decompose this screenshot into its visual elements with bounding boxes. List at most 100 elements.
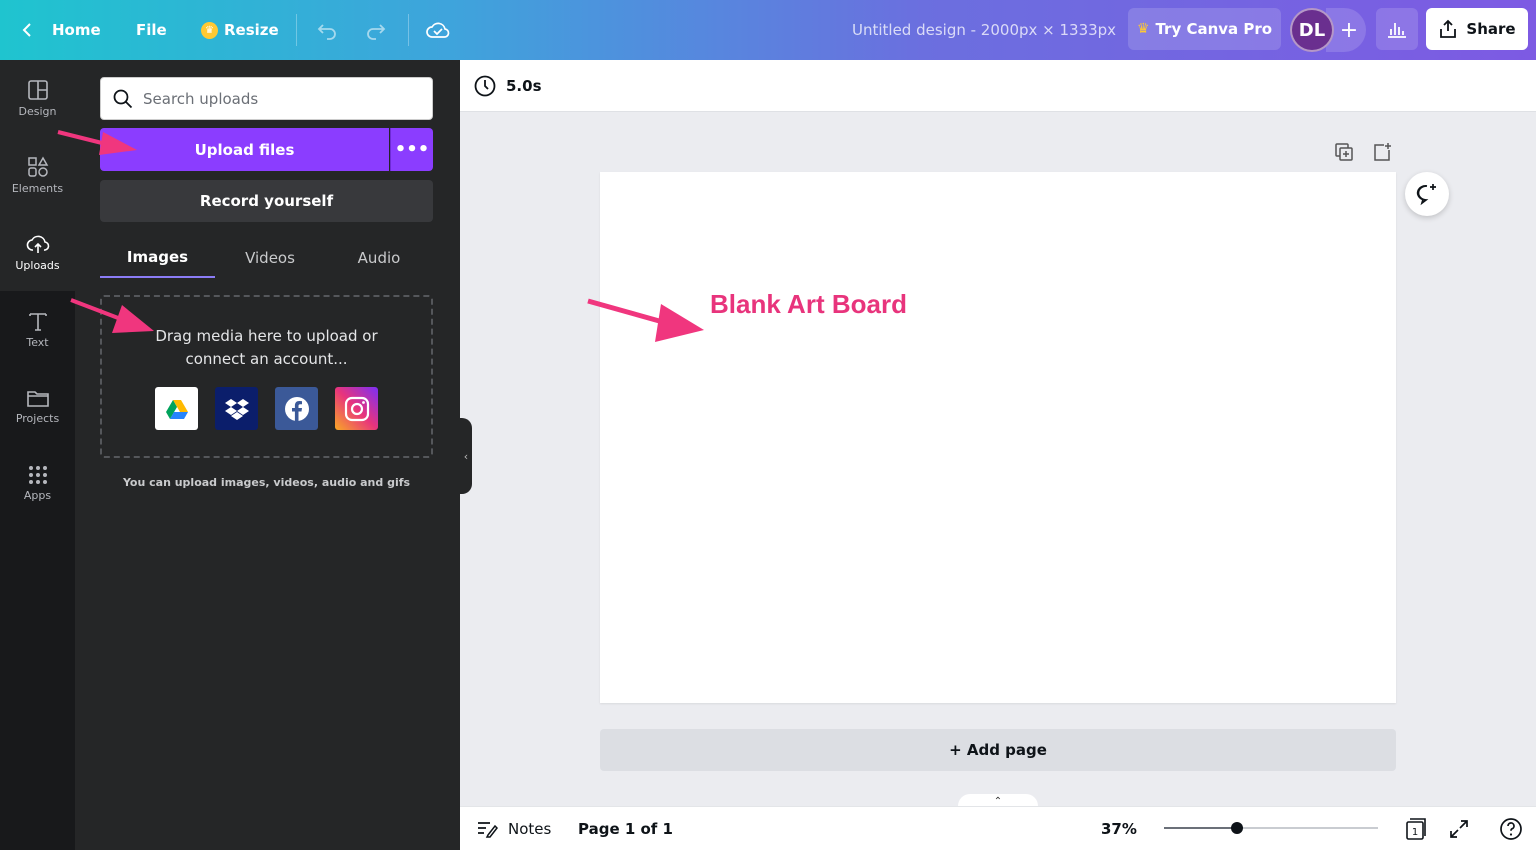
plus-icon: + [1339, 17, 1359, 43]
google-drive-icon [165, 399, 188, 419]
notes-icon [478, 822, 498, 838]
tab-images[interactable]: Images [100, 238, 215, 278]
tab-audio[interactable]: Audio [325, 238, 433, 278]
search-input[interactable] [143, 89, 403, 108]
search-box [100, 77, 433, 120]
rail-label: Text [26, 336, 49, 349]
page-count: 1 [1412, 827, 1418, 838]
file-menu[interactable]: File [136, 0, 167, 60]
chevron-left-icon: ‹ [463, 449, 469, 463]
annotation-label: Blank Art Board [710, 289, 907, 319]
resize-button[interactable]: ♛ Resize [201, 0, 279, 60]
chevron-left-icon [22, 23, 31, 37]
try-pro-label: Try Canva Pro [1155, 20, 1273, 38]
search-icon [113, 89, 133, 108]
cloud-save-button[interactable] [426, 0, 450, 60]
facebook-button[interactable] [275, 387, 318, 430]
design-icon [27, 80, 48, 100]
upload-note: You can upload images, videos, audio and… [122, 476, 411, 489]
media-tabs: Images Videos Audio [100, 238, 433, 278]
file-label: File [136, 21, 167, 39]
rail-label: Elements [11, 182, 64, 195]
notes-label: Notes [508, 820, 552, 838]
canvas-toolbar: 5.0s [460, 60, 1536, 112]
page-grid-button[interactable]: 1 [1404, 807, 1428, 850]
try-pro-button[interactable]: ♛ Try Canva Pro [1128, 8, 1281, 50]
notes-button[interactable]: Notes [476, 807, 551, 850]
rail-label: Uploads [15, 259, 60, 272]
page-indicator[interactable]: Page 1 of 1 [578, 807, 673, 850]
folder-icon [26, 391, 49, 407]
avatar[interactable]: DL [1290, 8, 1334, 52]
rail-label: Projects [15, 412, 60, 425]
rail-item-elements[interactable]: Elements [0, 137, 75, 214]
help-icon [1500, 818, 1522, 840]
add-comment-icon [1416, 184, 1436, 206]
record-yourself-button[interactable]: Record yourself [100, 180, 433, 222]
redo-icon [367, 24, 386, 40]
share-button[interactable]: Share [1426, 8, 1528, 50]
rail-item-projects[interactable]: Projects [0, 368, 75, 445]
undo-button[interactable] [316, 0, 338, 60]
share-icon [1440, 19, 1457, 38]
clock-icon[interactable] [474, 75, 496, 97]
tab-videos[interactable]: Videos [215, 238, 325, 278]
art-board[interactable] [600, 172, 1396, 703]
help-button[interactable] [1499, 807, 1523, 850]
drop-zone[interactable]: Drag media here to upload or connect an … [100, 295, 433, 458]
drop-instructions: Drag media here to upload or connect an … [102, 325, 431, 371]
add-page-button-small[interactable] [1370, 140, 1394, 164]
bar-chart-icon [1388, 23, 1406, 38]
drop-line: connect an account... [185, 350, 348, 368]
crown-icon: ♛ [201, 21, 218, 39]
drop-line: Drag media here to upload or [155, 327, 378, 345]
instagram-icon [344, 396, 369, 421]
side-rail: Design Elements Uploads Text Projects Ap… [0, 60, 75, 850]
home-label: Home [52, 21, 101, 39]
rail-item-text[interactable]: Text [0, 291, 75, 368]
apps-grid-icon [28, 466, 47, 484]
top-bar: Home File ♛ Resize Untitled design - 200… [0, 0, 1536, 60]
duplicate-icon [1335, 143, 1353, 161]
google-drive-button[interactable] [155, 387, 198, 430]
add-page-icon [1374, 143, 1391, 161]
redo-button[interactable] [365, 0, 387, 60]
rail-label: Design [18, 105, 57, 118]
resize-label: Resize [224, 21, 279, 39]
dropbox-icon [224, 398, 249, 420]
rail-item-design[interactable]: Design [0, 60, 75, 137]
collapse-panel-button[interactable]: ‹ [460, 418, 472, 494]
upload-files-button[interactable]: Upload files [100, 128, 389, 171]
zoom-level[interactable]: 37% [1101, 807, 1137, 850]
rail-item-apps[interactable]: Apps [0, 445, 75, 522]
add-page-button[interactable]: + Add page [600, 729, 1396, 771]
duration-label[interactable]: 5.0s [506, 77, 542, 95]
instagram-button[interactable] [335, 387, 378, 430]
uploads-panel: Upload files ••• Record yourself Images … [75, 60, 460, 850]
share-label: Share [1466, 20, 1516, 38]
zoom-slider-thumb[interactable] [1231, 822, 1243, 834]
text-icon [28, 313, 47, 331]
duplicate-page-button[interactable] [1332, 140, 1356, 164]
pages-icon: 1 [1406, 818, 1426, 840]
comment-button[interactable] [1405, 172, 1449, 216]
rail-item-uploads[interactable]: Uploads [0, 214, 75, 291]
cloud-upload-icon [26, 235, 49, 253]
dropbox-button[interactable] [215, 387, 258, 430]
rail-label: Apps [23, 489, 52, 502]
crown-icon: ♛ [1136, 21, 1150, 37]
upload-more-button[interactable]: ••• [390, 128, 433, 171]
fullscreen-button[interactable] [1448, 807, 1470, 850]
zoom-slider-fill [1164, 827, 1237, 829]
home-link[interactable]: Home [20, 0, 101, 60]
design-title[interactable]: Untitled design - 2000px × 1333px [852, 0, 1116, 60]
divider [296, 14, 297, 46]
undo-icon [317, 24, 336, 40]
fullscreen-icon [1450, 820, 1468, 838]
zoom-slider[interactable] [1164, 822, 1378, 834]
chevron-up-icon: ⌃ [993, 795, 1003, 807]
insights-button[interactable] [1376, 8, 1418, 50]
cloud-check-icon [426, 22, 450, 38]
divider [408, 14, 409, 46]
facebook-icon [284, 396, 309, 421]
